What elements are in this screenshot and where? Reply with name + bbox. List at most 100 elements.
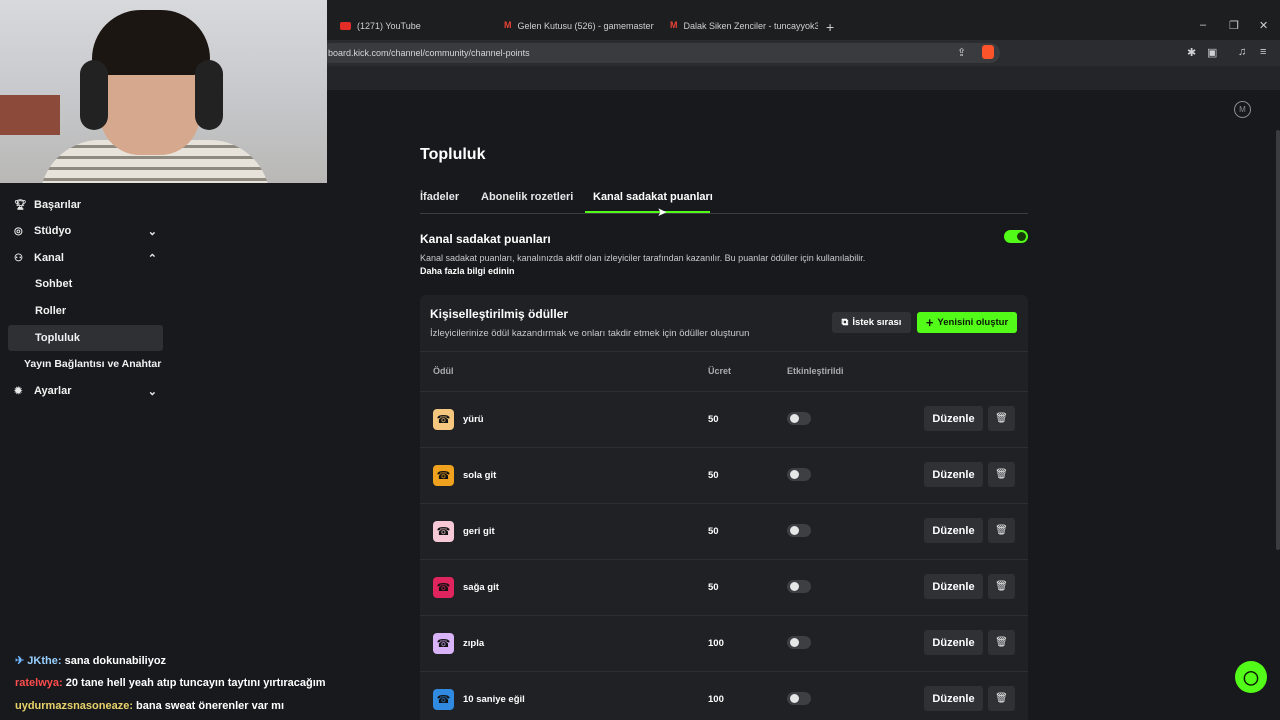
close-icon[interactable]: ✕ bbox=[1259, 19, 1268, 32]
chevron-up-icon[interactable]: ⌃ bbox=[148, 252, 157, 265]
channel-points-toggle[interactable] bbox=[1004, 230, 1028, 243]
sidebar-item-channel[interactable]: ⚇ Kanal ⌃ bbox=[8, 245, 163, 271]
reward-enabled-toggle[interactable] bbox=[787, 468, 811, 481]
external-link-icon: ⧉ bbox=[841, 317, 849, 328]
trash-icon: 🗑︎ bbox=[995, 413, 1008, 424]
page-title: Topluluk bbox=[420, 146, 486, 163]
active-tab-indicator bbox=[585, 211, 710, 213]
browser-tab-gmail-inbox[interactable]: M Gelen Kutusu (526) - gamemasteryilm bbox=[494, 14, 654, 40]
delete-button[interactable]: 🗑︎ bbox=[988, 518, 1015, 543]
gmail-icon: M bbox=[670, 20, 678, 30]
delete-button[interactable]: 🗑︎ bbox=[988, 686, 1015, 711]
reward-enabled-toggle[interactable] bbox=[787, 692, 811, 705]
reward-name: geri git bbox=[463, 526, 495, 537]
sidebar-item-roles[interactable]: Roller bbox=[8, 298, 163, 324]
reward-enabled-toggle[interactable] bbox=[787, 524, 811, 537]
chevron-down-icon[interactable]: ⌄ bbox=[148, 385, 157, 398]
sidebar-item-label: Ayarlar bbox=[34, 385, 72, 397]
reward-icon: ☎ bbox=[433, 633, 454, 654]
request-queue-button[interactable]: ⧉ İstek sırası bbox=[832, 312, 911, 333]
chat-message: uydurmazsnasoneaze: bana sweat önerenler… bbox=[15, 700, 284, 712]
sidebar-item-label: Stüdyo bbox=[34, 225, 72, 237]
table-row: ☎ sola git 50 Düzenle 🗑︎ bbox=[420, 447, 1028, 503]
community-tabs: İfadeler Abonelik rozetleri Kanal sadaka… bbox=[420, 190, 1028, 214]
edit-button[interactable]: Düzenle bbox=[924, 462, 983, 487]
chat-username: uydurmazsnasoneaze: bbox=[15, 700, 133, 712]
reward-icon: ☎ bbox=[433, 577, 454, 598]
reward-enabled-toggle[interactable] bbox=[787, 412, 811, 425]
delete-button[interactable]: 🗑︎ bbox=[988, 630, 1015, 655]
reward-name: sola git bbox=[463, 470, 497, 481]
delete-button[interactable]: 🗑︎ bbox=[988, 462, 1015, 487]
browser-tab-youtube[interactable]: (1271) YouTube bbox=[330, 14, 486, 40]
tab-label: Gelen Kutusu (526) - gamemasteryilm bbox=[517, 21, 655, 31]
reward-name: 10 saniye eğil bbox=[463, 694, 525, 705]
sidebar-item-stream-key[interactable]: Yayın Bağlantısı ve Anahtar bbox=[8, 351, 163, 377]
tab-subscriber-badges[interactable]: Abonelik rozetleri bbox=[481, 191, 573, 203]
url-field[interactable]: board.kick.com/channel/community/channel… bbox=[320, 43, 1000, 63]
restore-icon[interactable]: ❐ bbox=[1229, 19, 1239, 32]
reward-cost: 50 bbox=[708, 414, 719, 425]
trash-icon: 🗑︎ bbox=[995, 637, 1008, 648]
chat-message: ✈ JKthe: sana dokunabiliyoz bbox=[15, 654, 166, 667]
column-header-reward: Ödül bbox=[433, 366, 454, 376]
edit-button[interactable]: Düzenle bbox=[924, 406, 983, 431]
webcam-overlay bbox=[0, 0, 327, 183]
reward-name: yürü bbox=[463, 414, 484, 425]
edit-button[interactable]: Düzenle bbox=[924, 574, 983, 599]
scrollbar[interactable] bbox=[1276, 130, 1280, 550]
create-new-button[interactable]: + Yenisini oluştur bbox=[917, 312, 1017, 333]
table-row: ☎ zıpla 100 Düzenle 🗑︎ bbox=[420, 615, 1028, 671]
reward-cost: 50 bbox=[708, 470, 719, 481]
sidebar-item-chat[interactable]: Sohbet bbox=[8, 271, 163, 297]
wallet-icon[interactable]: ▣ bbox=[1207, 46, 1217, 59]
reward-enabled-toggle[interactable] bbox=[787, 636, 811, 649]
delete-button[interactable]: 🗑︎ bbox=[988, 406, 1015, 431]
webcam-shelf bbox=[0, 95, 60, 135]
reward-enabled-toggle[interactable] bbox=[787, 580, 811, 593]
tab-channel-points[interactable]: Kanal sadakat puanları bbox=[593, 191, 713, 203]
chevron-down-icon[interactable]: ⌄ bbox=[148, 225, 157, 238]
edit-button[interactable]: Düzenle bbox=[924, 686, 983, 711]
sidebar-item-achievements[interactable]: 🏆︎ Başarılar bbox=[8, 192, 163, 218]
help-chat-button[interactable]: ◯ bbox=[1235, 661, 1267, 693]
webcam-person-hair bbox=[92, 10, 210, 75]
sidebar-item-studio[interactable]: ◎ Stüdyo ⌄ bbox=[8, 218, 163, 244]
music-icon[interactable]: ♫ bbox=[1238, 46, 1246, 58]
minimize-icon[interactable]: – bbox=[1200, 19, 1206, 31]
edit-button[interactable]: Düzenle bbox=[924, 630, 983, 655]
studio-icon: ◎ bbox=[14, 225, 23, 237]
chat-text: sana dokunabiliyoz bbox=[64, 655, 167, 667]
plus-icon: + bbox=[925, 315, 934, 330]
user-avatar[interactable]: M bbox=[1234, 101, 1251, 118]
delete-button[interactable]: 🗑︎ bbox=[988, 574, 1015, 599]
sidebar-item-label: Başarılar bbox=[34, 199, 82, 211]
table-row: ☎ 10 saniye eğil 100 Düzenle 🗑︎ bbox=[420, 671, 1028, 720]
brave-shield-icon[interactable] bbox=[982, 45, 994, 59]
rewards-card: Kişiselleştirilmiş ödüller İzleyicilerin… bbox=[420, 295, 1028, 720]
section-title: Kanal sadakat puanları bbox=[420, 232, 551, 246]
menu-icon[interactable]: ≡ bbox=[1260, 46, 1266, 58]
chat-text: bana sweat önerenler var mı bbox=[136, 700, 284, 712]
browser-tab-gmail-mail[interactable]: M Dalak Siken Zenciler - tuncayyok3@ bbox=[660, 14, 818, 40]
extensions-icon[interactable]: ✱ bbox=[1187, 46, 1196, 59]
sidebar-item-label: Yayın Bağlantısı ve Anahtar bbox=[24, 358, 162, 370]
sidebar-item-label: Topluluk bbox=[35, 332, 81, 344]
chat-username: ratelwya: bbox=[15, 677, 63, 689]
reward-cost: 50 bbox=[708, 526, 719, 537]
share-icon[interactable]: ⇪ bbox=[957, 46, 966, 59]
sidebar-item-settings[interactable]: ✹ Ayarlar ⌄ bbox=[8, 378, 163, 404]
sidebar-item-community[interactable]: Topluluk bbox=[8, 325, 163, 351]
reward-icon: ☎ bbox=[433, 409, 454, 430]
mouse-cursor-icon: ➤ bbox=[657, 205, 668, 219]
trash-icon: 🗑︎ bbox=[995, 525, 1008, 536]
gmail-icon: M bbox=[504, 20, 512, 30]
button-label: İstek sırası bbox=[852, 317, 902, 328]
new-tab-button[interactable]: + bbox=[826, 19, 834, 35]
tab-emotes[interactable]: İfadeler bbox=[420, 191, 459, 203]
sidebar-item-label: Roller bbox=[35, 305, 67, 317]
edit-button[interactable]: Düzenle bbox=[924, 518, 983, 543]
reward-name: sağa git bbox=[463, 582, 499, 593]
reward-cost: 100 bbox=[708, 694, 724, 705]
learn-more-link[interactable]: Daha fazla bilgi edinin bbox=[420, 266, 515, 276]
